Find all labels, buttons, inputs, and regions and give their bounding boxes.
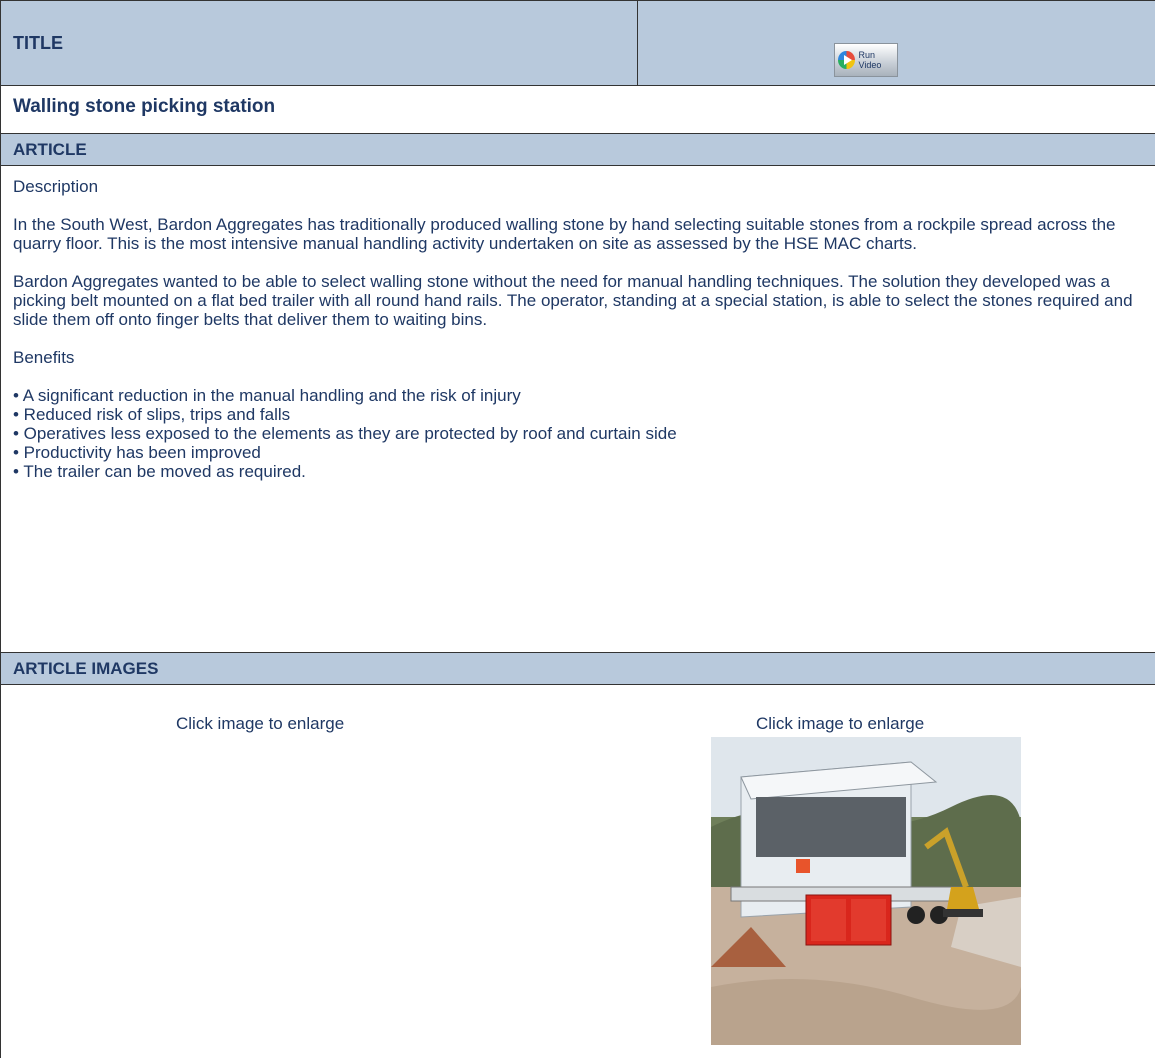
run-video-button[interactable]: Run Video xyxy=(834,43,898,77)
image-caption-left: Click image to enlarge xyxy=(176,714,345,733)
list-item: • The trailer can be moved as required. xyxy=(13,462,306,481)
article-body: Description In the South West, Bardon Ag… xyxy=(13,177,1153,481)
title-row: TITLE Run Video xyxy=(1,1,1155,86)
image-caption-right: Click image to enlarge xyxy=(756,714,925,733)
title-label: TITLE xyxy=(1,1,638,85)
paragraph-1: In the South West, Bardon Aggregates has… xyxy=(13,215,1116,253)
list-item: • Reduced risk of slips, trips and falls xyxy=(13,405,291,424)
paragraph-2: Bardon Aggregates wanted to be able to s… xyxy=(13,272,1133,329)
page: TITLE Run Video Walling stone picking st… xyxy=(0,0,1155,1058)
section-header-article-images: ARTICLE IMAGES xyxy=(1,652,1155,685)
list-item: • A significant reduction in the manual … xyxy=(13,386,521,405)
quarry-photo-icon xyxy=(711,737,1021,1045)
video-cell: Run Video xyxy=(638,1,1155,85)
description-heading: Description xyxy=(13,177,99,196)
list-item: • Operatives less exposed to the element… xyxy=(13,424,677,443)
article-title: Walling stone picking station xyxy=(13,96,276,117)
benefits-list: • A significant reduction in the manual … xyxy=(13,386,1153,481)
section-header-article: ARTICLE xyxy=(1,133,1155,166)
article-photo-thumbnail[interactable] xyxy=(711,737,1021,1045)
play-icon xyxy=(838,51,855,69)
list-item: • Productivity has been improved xyxy=(13,443,261,462)
benefits-heading: Benefits xyxy=(13,348,75,367)
run-video-label: Run Video xyxy=(858,50,882,70)
